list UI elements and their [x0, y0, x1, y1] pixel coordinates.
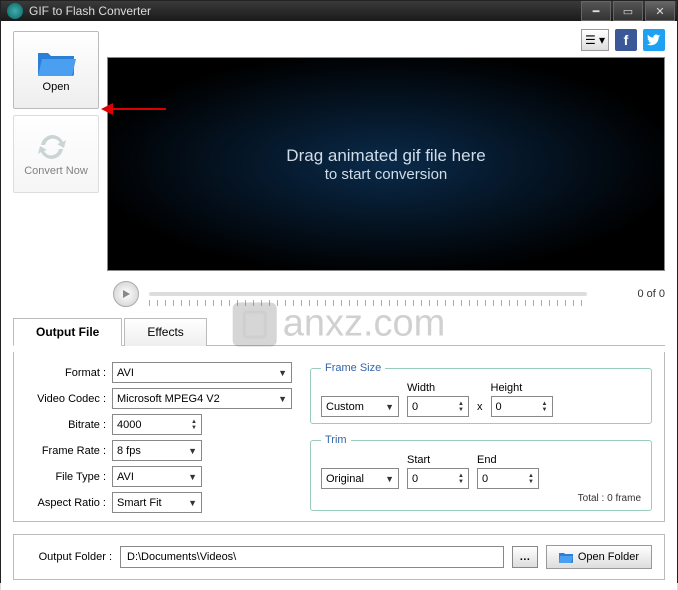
app-icon	[7, 3, 23, 19]
folder-open-icon	[36, 47, 76, 77]
title-bar: GIF to Flash Converter ━ ▭ ✕	[1, 1, 677, 21]
bitrate-label: Bitrate :	[26, 419, 112, 431]
open-button[interactable]: Open	[13, 31, 99, 109]
filetype-label: File Type :	[26, 471, 112, 483]
aspect-label: Aspect Ratio :	[26, 497, 112, 509]
frame-size-legend: Frame Size	[321, 362, 385, 374]
trim-start-input[interactable]: 0▲▼	[407, 468, 469, 489]
codec-label: Video Codec :	[26, 393, 112, 405]
window-title: GIF to Flash Converter	[29, 4, 151, 18]
trim-total: Total : 0 frame	[321, 493, 641, 504]
frame-size-mode[interactable]: Custom▼	[321, 396, 399, 417]
open-label: Open	[43, 81, 70, 93]
bitrate-input[interactable]: 4000▲▼	[112, 414, 202, 435]
minimize-button[interactable]: ━	[581, 1, 611, 21]
twitter-icon[interactable]	[643, 29, 665, 51]
frame-counter: 0 of 0	[605, 288, 665, 300]
trim-legend: Trim	[321, 434, 351, 446]
facebook-icon[interactable]: f	[615, 29, 637, 51]
convert-label: Convert Now	[24, 165, 88, 177]
output-folder-label: Output Folder :	[26, 551, 112, 563]
height-label: Height	[491, 382, 553, 394]
format-label: Format :	[26, 367, 112, 379]
browse-button[interactable]: …	[512, 546, 538, 568]
playback-slider[interactable]	[149, 292, 587, 296]
convert-now-button: Convert Now	[13, 115, 99, 193]
close-button[interactable]: ✕	[645, 1, 675, 21]
preview-drop-area[interactable]: Drag animated gif file here to start con…	[107, 57, 665, 271]
convert-icon	[36, 131, 76, 161]
width-label: Width	[407, 382, 469, 394]
list-view-button[interactable]: ☰ ▾	[581, 29, 609, 51]
codec-select[interactable]: Microsoft MPEG4 V2▼	[112, 388, 292, 409]
start-label: Start	[407, 454, 469, 466]
folder-icon	[559, 552, 573, 563]
width-input[interactable]: 0▲▼	[407, 396, 469, 417]
output-folder-input[interactable]: D:\Documents\Videos\	[120, 546, 504, 568]
aspect-select[interactable]: Smart Fit▼	[112, 492, 202, 513]
framerate-label: Frame Rate :	[26, 445, 112, 457]
trim-group: Trim Original▼ Start 0▲▼ End 0▲▼	[310, 434, 652, 511]
tab-output-file[interactable]: Output File	[13, 318, 122, 346]
drop-text-1: Drag animated gif file here	[286, 146, 485, 166]
trim-mode[interactable]: Original▼	[321, 468, 399, 489]
framerate-select[interactable]: 8 fps▼	[112, 440, 202, 461]
open-folder-button[interactable]: Open Folder	[546, 545, 652, 569]
play-button[interactable]	[113, 281, 139, 307]
height-input[interactable]: 0▲▼	[491, 396, 553, 417]
filetype-select[interactable]: AVI▼	[112, 466, 202, 487]
trim-end-input[interactable]: 0▲▼	[477, 468, 539, 489]
drop-text-2: to start conversion	[325, 166, 448, 183]
maximize-button[interactable]: ▭	[613, 1, 643, 21]
tab-effects[interactable]: Effects	[124, 318, 206, 346]
format-select[interactable]: AVI▼	[112, 362, 292, 383]
frame-size-group: Frame Size Custom▼ Width 0▲▼ x Height	[310, 362, 652, 424]
end-label: End	[477, 454, 539, 466]
